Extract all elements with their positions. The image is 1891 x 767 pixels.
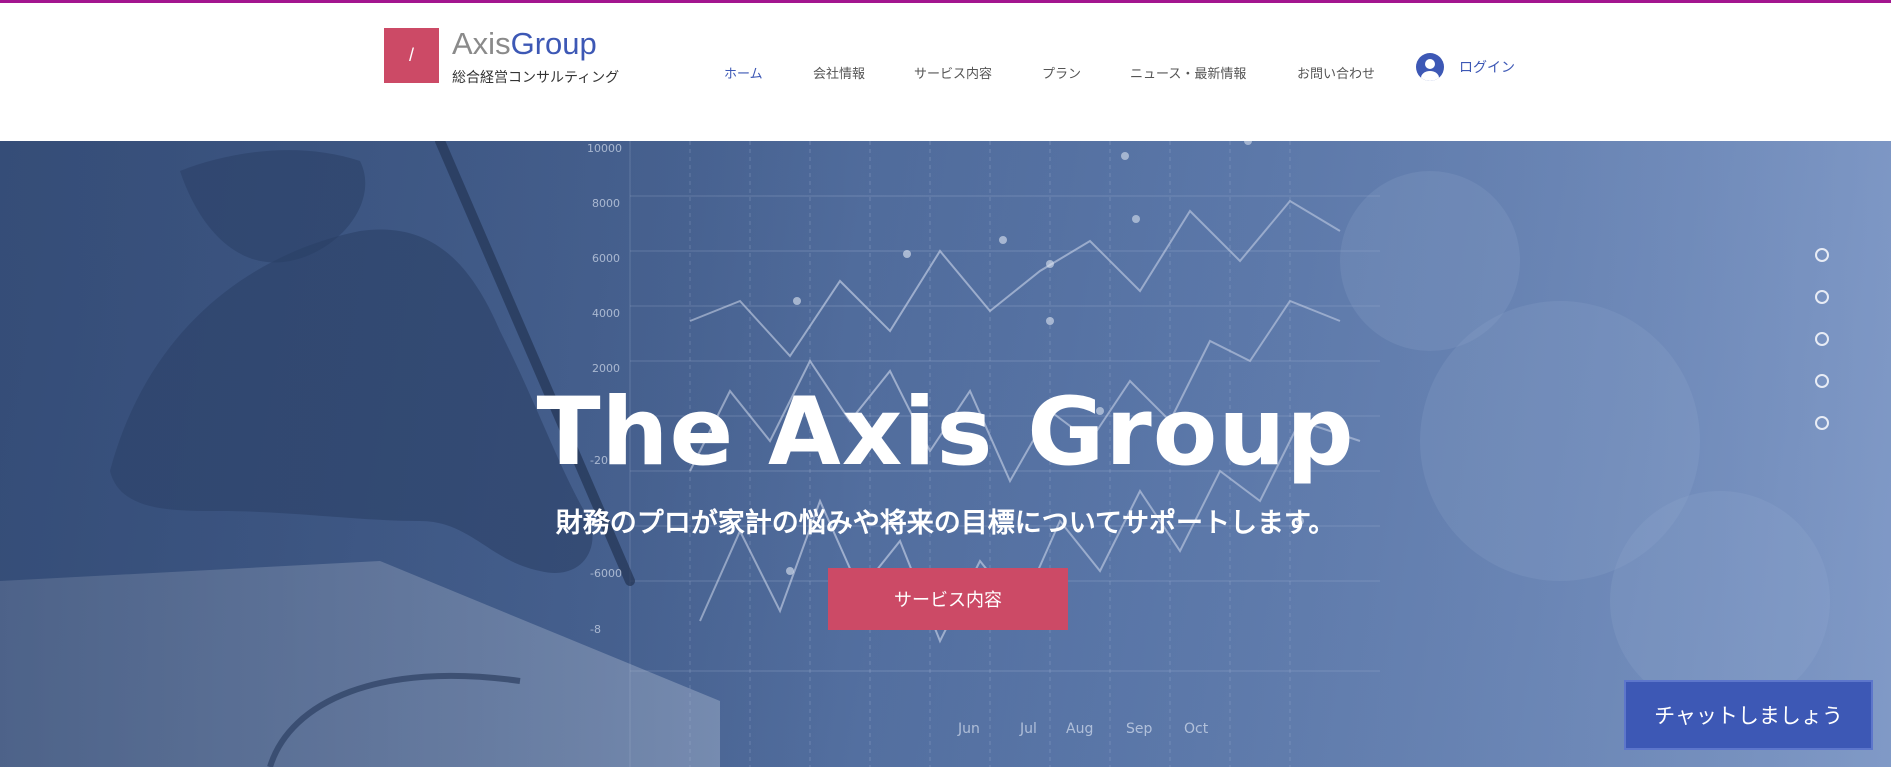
site-header: / AxisGroup 総合経営コンサルティング ホーム 会社情報 サービス内容…: [0, 3, 1891, 141]
slide-dot-2[interactable]: [1815, 290, 1829, 304]
hero-title: The Axis Group: [536, 378, 1355, 487]
logo-mark[interactable]: /: [384, 28, 439, 83]
chart-y-tick: 4000: [592, 307, 620, 320]
brand-name-part1: Axis: [452, 26, 511, 61]
services-cta-button[interactable]: サービス内容: [828, 568, 1068, 630]
chart-y-tick: 8000: [592, 197, 620, 210]
chart-y-tick: 6000: [592, 252, 620, 265]
login-button[interactable]: ログイン: [1416, 53, 1515, 81]
user-avatar-icon: [1416, 53, 1444, 81]
chat-button[interactable]: チャットしましょう: [1624, 680, 1873, 750]
chart-x-tick: Oct: [1184, 721, 1209, 737]
brand-name[interactable]: AxisGroup: [452, 27, 597, 61]
nav-item-company[interactable]: 会社情報: [813, 63, 865, 82]
slide-dot-4[interactable]: [1815, 374, 1829, 388]
chart-x-tick: Jul: [1019, 721, 1037, 737]
nav-item-services[interactable]: サービス内容: [914, 63, 992, 82]
hero-section: 10000 8000 6000 4000 2000 -20 -6000 -8 J…: [0, 141, 1891, 767]
chart-y-tick: -8: [590, 623, 601, 636]
nav-item-news[interactable]: ニュース・最新情報: [1130, 63, 1246, 82]
logo-glyph: /: [408, 45, 414, 65]
nav-item-home[interactable]: ホーム: [724, 63, 763, 82]
login-label: ログイン: [1459, 60, 1515, 76]
brand-name-part2: Group: [510, 26, 597, 61]
slide-dot-3[interactable]: [1815, 332, 1829, 346]
brand-tagline: 総合経営コンサルティング: [452, 70, 620, 86]
nav-item-contact[interactable]: お問い合わせ: [1297, 63, 1375, 82]
slide-dot-5[interactable]: [1815, 416, 1829, 430]
chart-x-tick: Jun: [957, 721, 980, 737]
nav-item-plans[interactable]: プラン: [1042, 63, 1081, 82]
chart-x-tick: Aug: [1066, 721, 1093, 737]
chart-y-tick: -6000: [590, 567, 622, 580]
chart-x-tick: Sep: [1126, 721, 1153, 737]
slide-dot-1[interactable]: [1815, 248, 1829, 262]
chart-y-tick: 2000: [592, 362, 620, 375]
hero-subtitle: 財務のプロが家計の悩みや将来の目標についてサポートします。: [555, 508, 1336, 539]
chart-y-tick: 10000: [587, 142, 622, 155]
